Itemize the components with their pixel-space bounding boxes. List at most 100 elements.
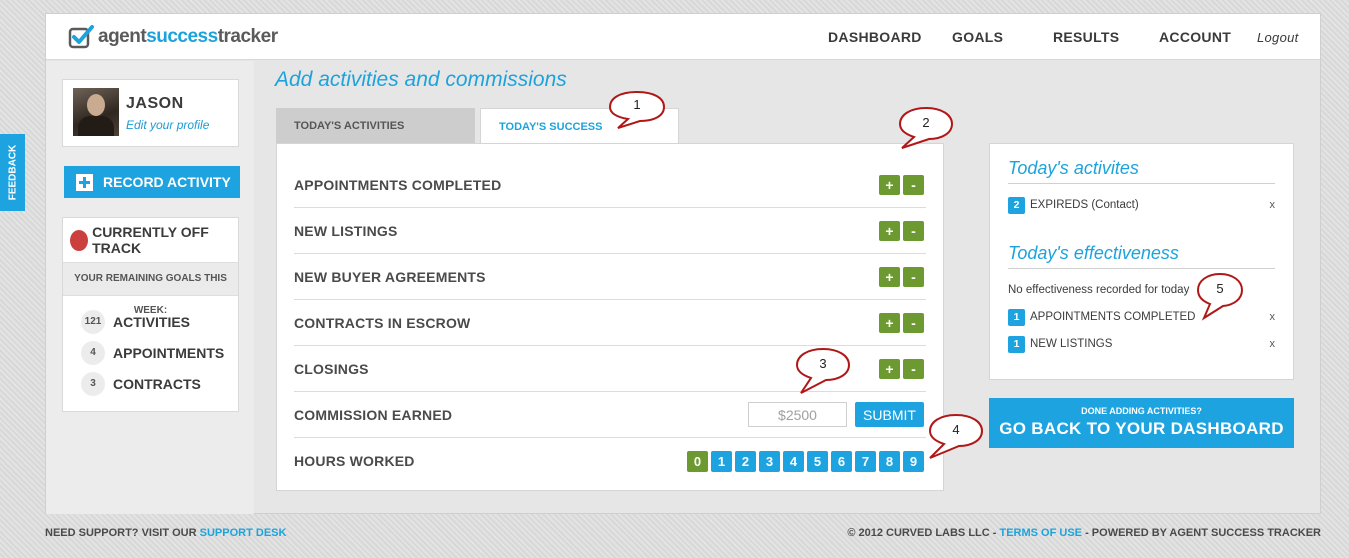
powered-by-text: - POWERED BY AGENT SUCCESS TRACKER [1085,527,1321,539]
hour-option-button[interactable]: 5 [807,450,828,472]
nav-results[interactable]: RESULTS [1053,29,1119,45]
hour-option-button[interactable]: 7 [855,450,876,472]
remove-button[interactable]: x [1270,338,1276,350]
hour-option-button[interactable]: 4 [783,450,804,472]
feedback-label: FEEDBACK [7,144,18,201]
decrement-button[interactable]: - [903,266,924,287]
decrement-button[interactable]: - [903,312,924,333]
done-prompt: DONE ADDING ACTIVITIES? [1081,406,1202,416]
logo[interactable]: agentsuccesstracker [68,24,278,50]
increment-button[interactable]: + [879,174,900,195]
hour-option-button[interactable]: 9 [903,450,924,472]
callout-1: 1 [608,90,666,130]
decrement-button[interactable]: - [903,220,924,241]
effectiveness-count-badge: 1 [1008,308,1025,326]
record-activity-button[interactable]: RECORD ACTIVITY [64,166,240,198]
callout-number: 1 [633,97,641,112]
activity-count-badge: 2 [1008,196,1025,214]
callout-5: 5 [1196,272,1244,322]
row-label: CLOSINGS [294,360,369,377]
success-panel: APPOINTMENTS COMPLETED + - NEW LISTINGS … [276,143,944,491]
submit-button[interactable]: SUBMIT [855,402,924,427]
track-status-card: CURRENTLY OFF TRACK YOUR REMAINING GOALS… [62,217,239,412]
top-bar: agentsuccesstracker DASHBOARD GOALS RESU… [46,14,1320,60]
record-activity-label: RECORD ACTIVITY [103,174,231,190]
stepper: + - [879,174,924,195]
feedback-tab[interactable]: FEEDBACK [0,134,25,211]
row-hours-worked: HOURS WORKED 0123456789 [294,438,926,484]
row-appointments-completed: APPOINTMENTS COMPLETED + - [294,162,926,208]
increment-button[interactable]: + [879,220,900,241]
effectiveness-label: APPOINTMENTS COMPLETED [1030,311,1196,323]
hour-option-button[interactable]: 8 [879,450,900,472]
activity-label: EXPIREDS (Contact) [1030,199,1139,211]
row-label: NEW BUYER AGREEMENTS [294,268,486,285]
callout-number: 4 [952,422,960,437]
track-status: CURRENTLY OFF TRACK [63,218,238,262]
row-new-buyer-agreements: NEW BUYER AGREEMENTS + - [294,254,926,300]
hour-option-button[interactable]: 2 [735,450,756,472]
stepper: + - [879,266,924,287]
decrement-button[interactable]: - [903,174,924,195]
row-new-listings: NEW LISTINGS + - [294,208,926,254]
row-label: HOURS WORKED [294,453,415,469]
effectiveness-label: NEW LISTINGS [1030,338,1113,350]
hour-option-button[interactable]: 0 [687,450,708,472]
todays-effectiveness-title: Today's effectiveness [1008,243,1275,269]
nav-dashboard[interactable]: DASHBOARD [828,29,922,45]
logo-text: agentsuccesstracker [98,26,278,47]
edit-profile-link[interactable]: Edit your profile [126,118,209,132]
remove-button[interactable]: x [1270,311,1276,323]
goal-label: CONTRACTS [113,375,201,392]
avatar [73,88,119,136]
row-label: NEW LISTINGS [294,222,398,239]
goal-count: 121 [81,309,105,334]
goal-count: 3 [81,371,105,396]
row-commission-earned: COMMISSION EARNED SUBMIT [294,392,926,438]
callout-bubble-icon [928,413,984,459]
profile-name: JASON [126,95,184,112]
app-window: agentsuccesstracker DASHBOARD GOALS RESU… [45,13,1321,514]
plus-icon [76,173,93,191]
back-to-dashboard-label: GO BACK TO YOUR DASHBOARD [999,419,1284,438]
hour-option-button[interactable]: 3 [759,450,780,472]
commission-form: SUBMIT [748,402,924,427]
callout-number: 2 [922,115,930,130]
callout-number: 3 [819,356,827,371]
back-to-dashboard-button[interactable]: DONE ADDING ACTIVITIES? GO BACK TO YOUR … [989,398,1294,448]
stepper: + - [879,312,924,333]
callout-2: 2 [898,106,954,152]
terms-of-use-link[interactable]: TERMS OF USE [1000,527,1083,539]
goal-contracts: 3 CONTRACTS [63,368,238,399]
callout-4: 4 [928,413,984,461]
effectiveness-item: 1 NEW LISTINGS x [1008,335,1275,353]
increment-button[interactable]: + [879,358,900,379]
callout-3: 3 [795,347,851,397]
callout-bubble-icon [1196,272,1244,321]
activity-item: 2 EXPIREDS (Contact) x [1008,196,1275,214]
increment-button[interactable]: + [879,312,900,333]
stepper: + - [879,358,924,379]
callout-bubble-icon [795,347,851,394]
decrement-button[interactable]: - [903,358,924,379]
copyright-text: © 2012 CURVED LABS LLC - [847,527,997,539]
hour-option-button[interactable]: 6 [831,450,852,472]
off-track-indicator-icon [70,229,89,251]
hours-selector: 0123456789 [687,450,924,472]
nav-logout[interactable]: Logout [1257,30,1299,45]
left-sidebar: JASON Edit your profile RECORD ACTIVITY … [46,61,254,514]
support-prefix: NEED SUPPORT? VISIT OUR [45,527,197,539]
commission-input[interactable] [748,402,847,427]
increment-button[interactable]: + [879,266,900,287]
nav-goals[interactable]: GOALS [952,29,1003,45]
remove-button[interactable]: x [1270,199,1276,211]
support-desk-link[interactable]: SUPPORT DESK [200,527,287,539]
page-title: Add activities and commissions [275,68,567,91]
callout-number: 5 [1216,281,1224,296]
nav-account[interactable]: ACCOUNT [1159,29,1231,45]
tab-todays-activities[interactable]: TODAY'S ACTIVITIES [276,108,475,143]
row-label: APPOINTMENTS COMPLETED [294,176,502,193]
hour-option-button[interactable]: 1 [711,450,732,472]
footer-copyright: © 2012 CURVED LABS LLC - TERMS OF USE - … [847,527,1321,539]
goal-appointments: 4 APPOINTMENTS [63,337,238,368]
